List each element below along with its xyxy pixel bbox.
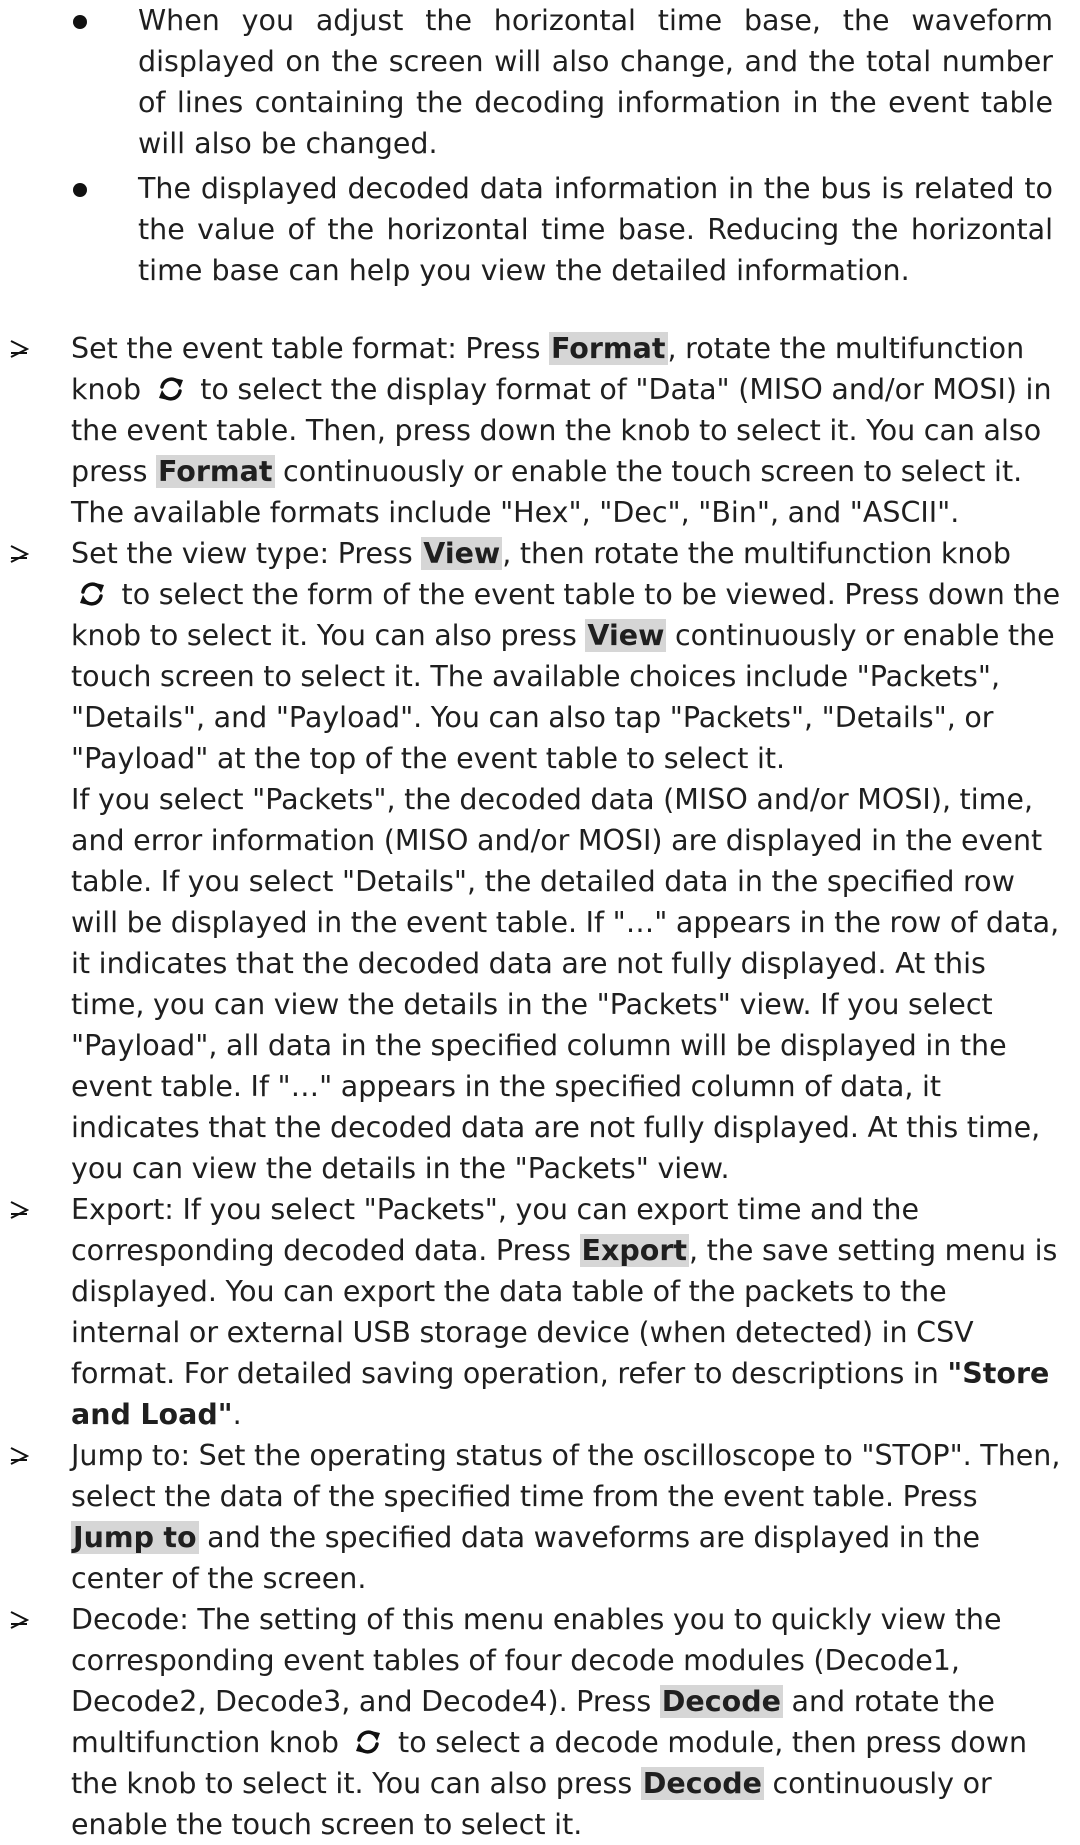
step-list: Set the event table format: Press Format… [10, 328, 1061, 1845]
arrow-bullet-icon [10, 545, 29, 563]
arrow-bullet-icon [10, 340, 29, 358]
rotate-knob-icon [158, 377, 183, 401]
step-export: Export: If you select "Packets", you can… [10, 1189, 1061, 1435]
format-key: Format [155, 455, 275, 488]
rotate-knob-icon [356, 1730, 381, 1754]
view-key: View [421, 537, 503, 570]
decode-key: Decode [640, 1767, 764, 1800]
step-format: Set the event table format: Press Format… [10, 328, 1061, 533]
view-key: View [585, 619, 667, 652]
step-decode: Decode: The setting of this menu enables… [10, 1599, 1061, 1845]
step-view: Set the view type: Press View, then rota… [10, 533, 1061, 1189]
view-details-paragraph: If you select "Packets", the decoded dat… [71, 783, 1060, 1185]
step-text: Jump to: Set the operating status of the… [71, 1439, 1061, 1513]
step-text: Set the event table format: Press [71, 332, 549, 365]
note-list: When you adjust the horizontal time base… [73, 0, 1053, 295]
arrow-bullet-icon [10, 1201, 29, 1219]
rotate-knob-icon [80, 582, 104, 606]
note-item: When you adjust the horizontal time base… [73, 0, 1053, 164]
arrow-bullet-icon [10, 1611, 29, 1629]
bullet-dot-icon [73, 15, 87, 29]
step-text: . [232, 1398, 242, 1431]
export-key: Export [579, 1234, 690, 1267]
step-jump-to: Jump to: Set the operating status of the… [10, 1435, 1061, 1599]
step-text: Set the view type: Press [71, 537, 422, 570]
decode-key: Decode [659, 1685, 783, 1718]
note-item: The displayed decoded data information i… [73, 168, 1053, 291]
step-text: , then rotate the multifunction knob [502, 537, 1011, 570]
arrow-bullet-icon [10, 1447, 29, 1465]
step-text: and the specified data waveforms are dis… [71, 1521, 981, 1595]
manual-page: When you adjust the horizontal time base… [0, 0, 1080, 1841]
bullet-dot-icon [73, 183, 87, 197]
note-text: The displayed decoded data information i… [138, 172, 1053, 287]
format-key: Format [548, 332, 668, 365]
jump-to-key: Jump to [71, 1521, 199, 1554]
note-text: When you adjust the horizontal time base… [138, 4, 1053, 160]
